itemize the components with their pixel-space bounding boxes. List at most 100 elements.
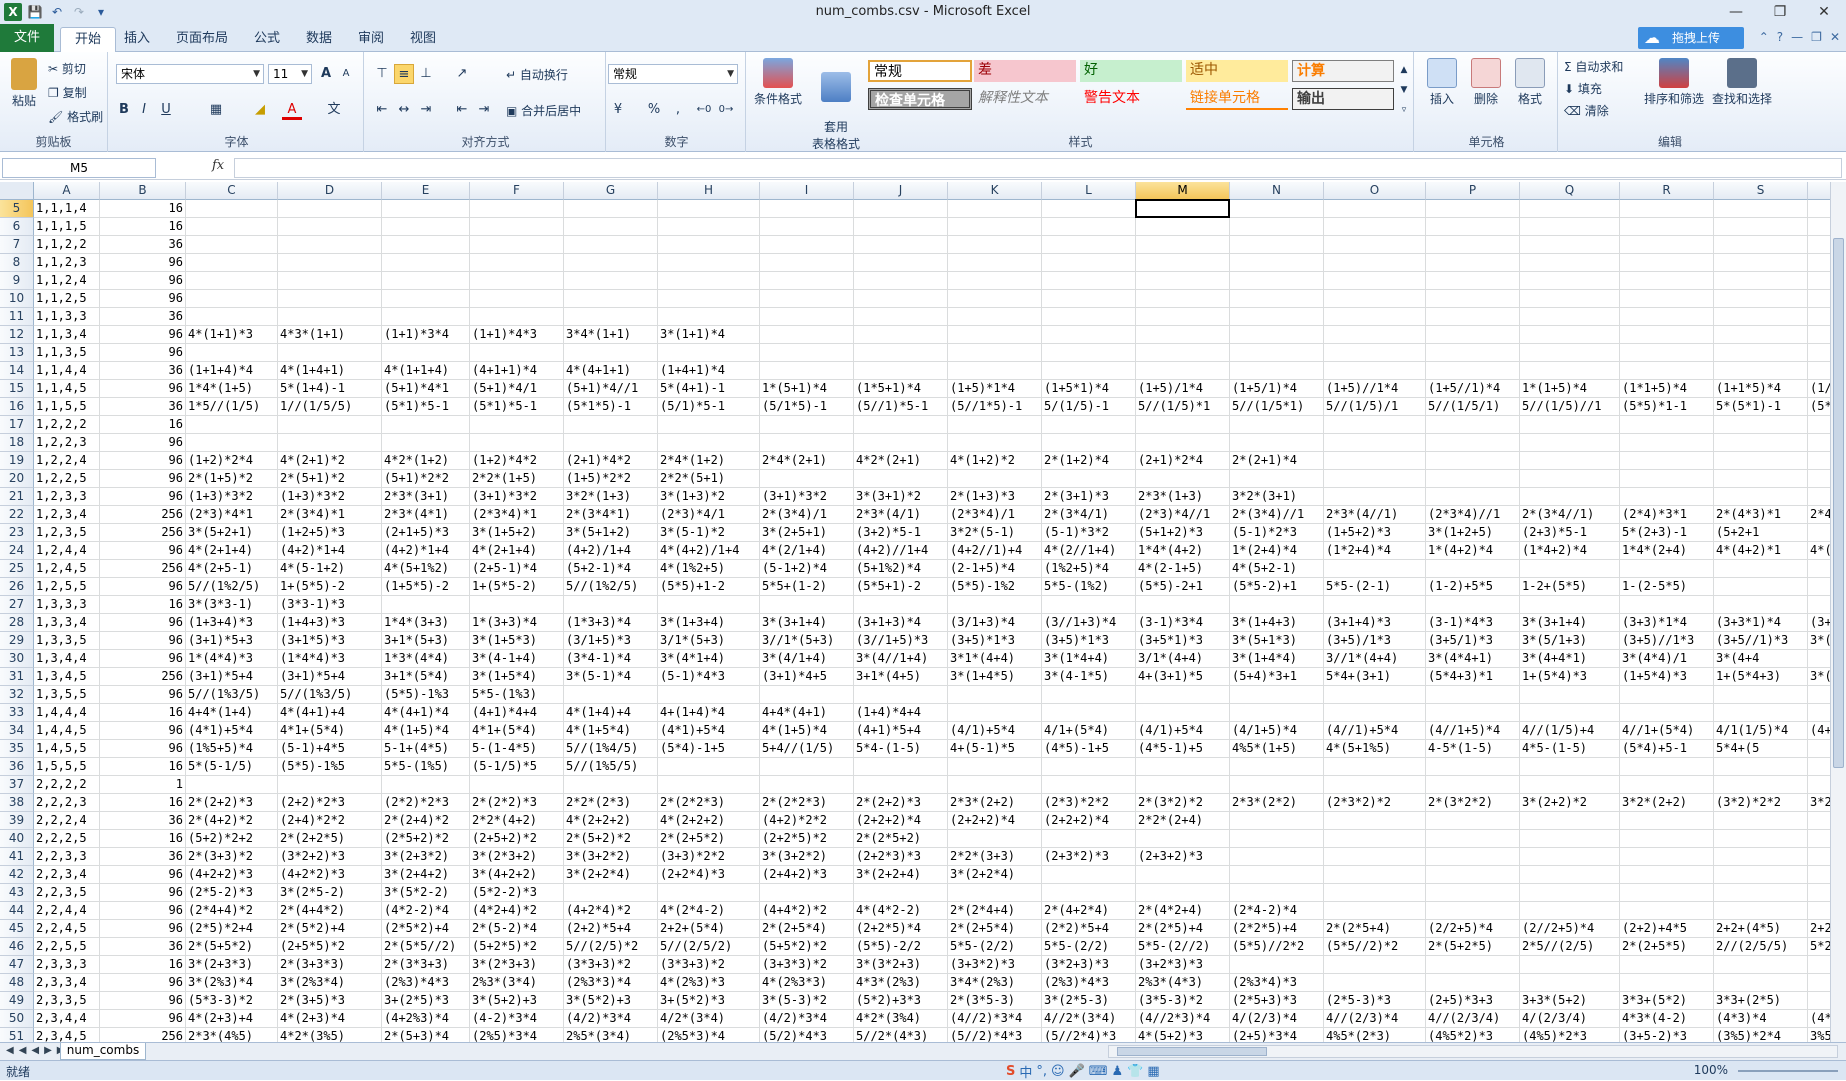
empty-cell[interactable] bbox=[186, 236, 278, 254]
table-cell[interactable]: 1,2,2,2 bbox=[34, 416, 100, 434]
row-header[interactable]: 33 bbox=[0, 704, 34, 722]
empty-cell[interactable] bbox=[1520, 290, 1620, 308]
table-cell[interactable]: 3*(5*2)+3 bbox=[564, 992, 658, 1010]
empty-cell[interactable] bbox=[1620, 236, 1714, 254]
empty-cell[interactable] bbox=[760, 686, 854, 704]
empty-cell[interactable] bbox=[1042, 704, 1136, 722]
table-cell[interactable]: 1+(5*4)*3 bbox=[1520, 668, 1620, 686]
empty-cell[interactable] bbox=[1426, 974, 1520, 992]
table-cell[interactable]: (4/2)*3*4 bbox=[760, 1010, 854, 1028]
empty-cell[interactable] bbox=[564, 254, 658, 272]
empty-cell[interactable] bbox=[1324, 254, 1426, 272]
column-header-j[interactable]: J bbox=[854, 182, 948, 200]
row-header[interactable]: 23 bbox=[0, 524, 34, 542]
table-cell[interactable]: 36 bbox=[100, 812, 186, 830]
table-cell[interactable]: 256 bbox=[100, 524, 186, 542]
style-check-cell[interactable]: 检查单元格 bbox=[868, 88, 972, 110]
table-cell[interactable]: 1,3,4,4 bbox=[34, 650, 100, 668]
table-cell[interactable]: 2*(3*5-3) bbox=[948, 992, 1042, 1010]
table-cell[interactable]: 3*(2+3*3) bbox=[186, 956, 278, 974]
empty-cell[interactable] bbox=[1620, 848, 1714, 866]
table-cell[interactable]: (3+3*2)*3 bbox=[948, 956, 1042, 974]
empty-cell[interactable] bbox=[1042, 866, 1136, 884]
empty-cell[interactable] bbox=[854, 344, 948, 362]
empty-cell[interactable] bbox=[854, 326, 948, 344]
table-cell[interactable]: 2*(4+2*4) bbox=[1042, 902, 1136, 920]
table-cell[interactable]: 4*(5-1+2) bbox=[278, 560, 382, 578]
table-cell[interactable]: (5-1+2)*4 bbox=[760, 560, 854, 578]
table-cell[interactable]: (4+5 bbox=[1808, 722, 1830, 740]
table-cell[interactable]: (5/2)*4*3 bbox=[760, 1028, 854, 1042]
table-cell[interactable]: (3+3)*1*4 bbox=[1620, 614, 1714, 632]
table-cell[interactable]: (5+2)*2+2 bbox=[186, 830, 278, 848]
table-cell[interactable]: (1+3)*3*2 bbox=[278, 488, 382, 506]
table-cell[interactable]: (3+5)*1*3 bbox=[948, 632, 1042, 650]
empty-cell[interactable] bbox=[1042, 758, 1136, 776]
row-header[interactable]: 25 bbox=[0, 560, 34, 578]
table-cell[interactable]: 3*(5+1+2) bbox=[564, 524, 658, 542]
column-header-s[interactable]: S bbox=[1714, 182, 1808, 200]
empty-cell[interactable] bbox=[1230, 254, 1324, 272]
table-cell[interactable]: 2,2,2,4 bbox=[34, 812, 100, 830]
table-cell[interactable]: 4*(1+4)+4 bbox=[564, 704, 658, 722]
table-cell[interactable]: (2+2*5)*4 bbox=[854, 920, 948, 938]
style-neutral[interactable]: 适中 bbox=[1186, 60, 1288, 82]
empty-cell[interactable] bbox=[1714, 560, 1808, 578]
column-header-m[interactable]: M bbox=[1136, 182, 1230, 200]
table-cell[interactable]: (2*4+4)*2 bbox=[186, 902, 278, 920]
empty-cell[interactable] bbox=[1714, 218, 1808, 236]
table-cell[interactable]: 3*3+(2*5) bbox=[1714, 992, 1808, 1010]
table-cell[interactable]: 2*(5+3)*4 bbox=[382, 1028, 470, 1042]
empty-cell[interactable] bbox=[1620, 326, 1714, 344]
table-cell[interactable]: 5//2*(4*3) bbox=[854, 1028, 948, 1042]
table-cell[interactable]: 4/(2/3/4) bbox=[1520, 1010, 1620, 1028]
table-cell[interactable]: 5//(1/5)/1 bbox=[1324, 398, 1426, 416]
empty-cell[interactable] bbox=[1620, 974, 1714, 992]
table-cell[interactable]: 4*(2+1+4) bbox=[186, 542, 278, 560]
table-cell[interactable]: (3*2+2)*3 bbox=[278, 848, 382, 866]
empty-cell[interactable] bbox=[1230, 200, 1324, 218]
table-cell[interactable]: (2+5-1)*4 bbox=[470, 560, 564, 578]
column-header-p[interactable]: P bbox=[1426, 182, 1520, 200]
table-cell[interactable]: 2*2*(2+4) bbox=[1136, 812, 1230, 830]
table-cell[interactable]: 2%5*(3*4) bbox=[564, 1028, 658, 1042]
row-header[interactable]: 30 bbox=[0, 650, 34, 668]
table-cell[interactable]: (2+5*5)*2 bbox=[278, 938, 382, 956]
table-cell[interactable]: (5*1)*5-1 bbox=[382, 398, 470, 416]
empty-cell[interactable] bbox=[1808, 812, 1830, 830]
empty-cell[interactable] bbox=[1324, 686, 1426, 704]
empty-cell[interactable] bbox=[1714, 254, 1808, 272]
empty-cell[interactable] bbox=[854, 758, 948, 776]
table-cell[interactable]: 3*(5-3)*2 bbox=[760, 992, 854, 1010]
empty-cell[interactable] bbox=[948, 884, 1042, 902]
column-header-q[interactable]: Q bbox=[1520, 182, 1620, 200]
row-header[interactable]: 42 bbox=[0, 866, 34, 884]
border-icon[interactable]: ▦ bbox=[206, 100, 226, 120]
table-cell[interactable]: 4*3*(4-2) bbox=[1620, 1010, 1714, 1028]
empty-cell[interactable] bbox=[1808, 344, 1830, 362]
table-cell[interactable]: 3*(4-1*5) bbox=[1042, 668, 1136, 686]
empty-cell[interactable] bbox=[1426, 758, 1520, 776]
empty-cell[interactable] bbox=[1426, 254, 1520, 272]
table-cell[interactable]: 2,2,5,5 bbox=[34, 938, 100, 956]
table-cell[interactable]: 4+(1+4)*4 bbox=[658, 704, 760, 722]
table-cell[interactable]: 1,4,4,5 bbox=[34, 722, 100, 740]
row-header[interactable]: 16 bbox=[0, 398, 34, 416]
table-cell[interactable]: 4*(2+1+4) bbox=[470, 542, 564, 560]
style-normal[interactable]: 常规 bbox=[868, 60, 972, 82]
horizontal-scrollbar[interactable] bbox=[1108, 1045, 1838, 1058]
empty-cell[interactable] bbox=[1808, 470, 1830, 488]
row-header[interactable]: 41 bbox=[0, 848, 34, 866]
font-color-button[interactable]: A bbox=[282, 100, 302, 120]
table-cell[interactable]: 2*(3*2)*2 bbox=[1136, 794, 1230, 812]
table-cell[interactable]: (1+4+3)*3 bbox=[278, 614, 382, 632]
table-cell[interactable]: (3/1+3)*4 bbox=[948, 614, 1042, 632]
table-cell[interactable]: (2*2)*5+4 bbox=[1042, 920, 1136, 938]
table-cell[interactable]: (2+5+2)*2 bbox=[470, 830, 564, 848]
empty-cell[interactable] bbox=[1426, 848, 1520, 866]
table-cell[interactable]: (2+2*4)*3 bbox=[658, 866, 760, 884]
table-cell[interactable]: 4/1(1/5)*4 bbox=[1714, 722, 1808, 740]
empty-cell[interactable] bbox=[1426, 290, 1520, 308]
empty-cell[interactable] bbox=[564, 434, 658, 452]
table-cell[interactable]: (1+5//1)*4 bbox=[1426, 380, 1520, 398]
